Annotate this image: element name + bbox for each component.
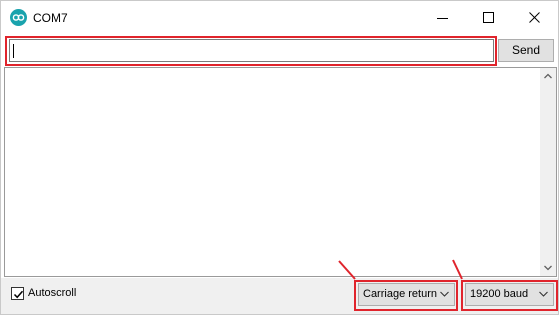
annotation-arrow-line-ending [338,260,356,280]
annotation-arrows [338,259,463,280]
serial-monitor-window: COM7 Send Autoscroll Carriage return 192… [0,0,559,315]
annotation-arrow-baud-rate [452,259,463,280]
